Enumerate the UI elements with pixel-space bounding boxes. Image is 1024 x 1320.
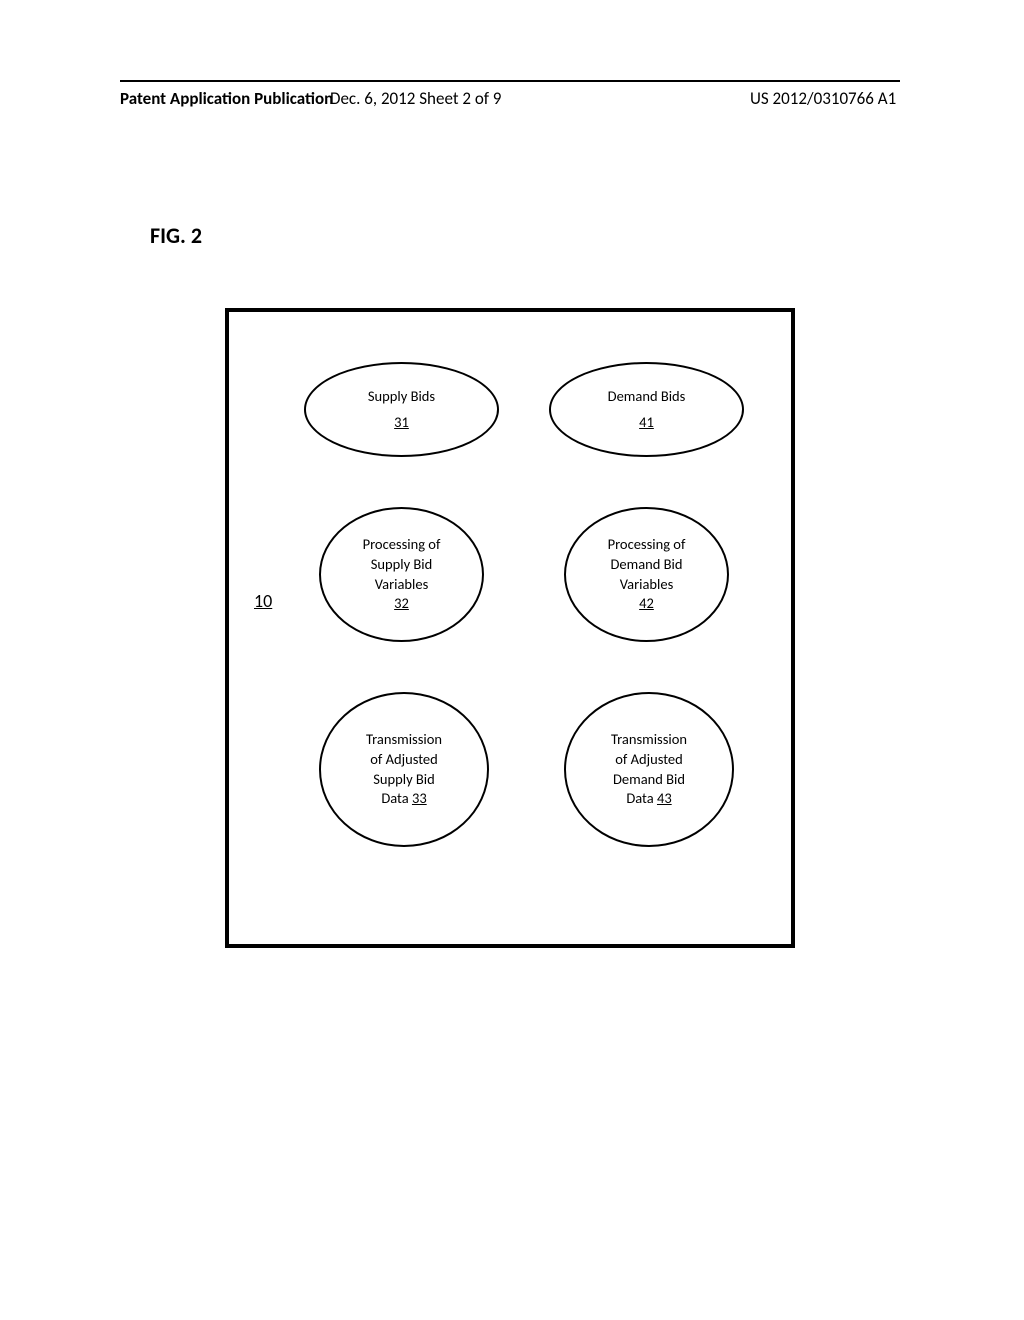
ellipse-line: Supply Bid (371, 555, 433, 575)
diagram-container: 10 Supply Bids 31 Demand Bids 41 Process… (225, 308, 795, 948)
header-center: Dec. 6, 2012 Sheet 2 of 9 (330, 88, 501, 109)
ellipse-ref: 42 (639, 594, 654, 614)
figure-label: FIG. 2 (150, 222, 202, 249)
ellipse-supply-transmission: Transmission of Adjusted Supply Bid Data… (319, 692, 489, 847)
ellipse-line: Variables (375, 575, 429, 595)
ellipse-ref: 31 (394, 413, 409, 433)
ellipse-line: Processing of (363, 535, 441, 555)
ellipse-supply-bids: Supply Bids 31 (304, 362, 499, 457)
ellipse-line: Processing of (608, 535, 686, 555)
header-left: Patent Application Publication (120, 88, 333, 109)
ellipse-ref: 32 (394, 594, 409, 614)
ellipse-demand-transmission: Transmission of Adjusted Demand Bid Data… (564, 692, 734, 847)
ellipse-last-line: Data 33 (381, 789, 426, 809)
header-right: US 2012/0310766 A1 (750, 88, 896, 109)
ellipse-line: Demand Bid (610, 555, 682, 575)
ellipse-line: Transmission (366, 730, 442, 750)
ellipse-line: Demand Bid (613, 770, 685, 790)
ellipse-title: Demand Bids (608, 387, 686, 407)
ellipse-line: Supply Bid (373, 770, 435, 790)
box-reference-number: 10 (254, 590, 272, 612)
ellipse-demand-processing: Processing of Demand Bid Variables 42 (564, 507, 729, 642)
ellipse-ref: 41 (639, 413, 654, 433)
ellipse-ref: 33 (412, 789, 427, 807)
ellipse-supply-processing: Processing of Supply Bid Variables 32 (319, 507, 484, 642)
ellipse-title: Supply Bids (368, 387, 435, 407)
ellipse-ref: 43 (657, 789, 672, 807)
ellipse-line: Variables (620, 575, 674, 595)
ellipse-line: of Adjusted (615, 750, 683, 770)
ellipse-demand-bids: Demand Bids 41 (549, 362, 744, 457)
ellipse-last-line: Data 43 (626, 789, 671, 809)
ellipse-line: Transmission (611, 730, 687, 750)
header-rule (120, 80, 900, 82)
ellipse-line: of Adjusted (370, 750, 438, 770)
